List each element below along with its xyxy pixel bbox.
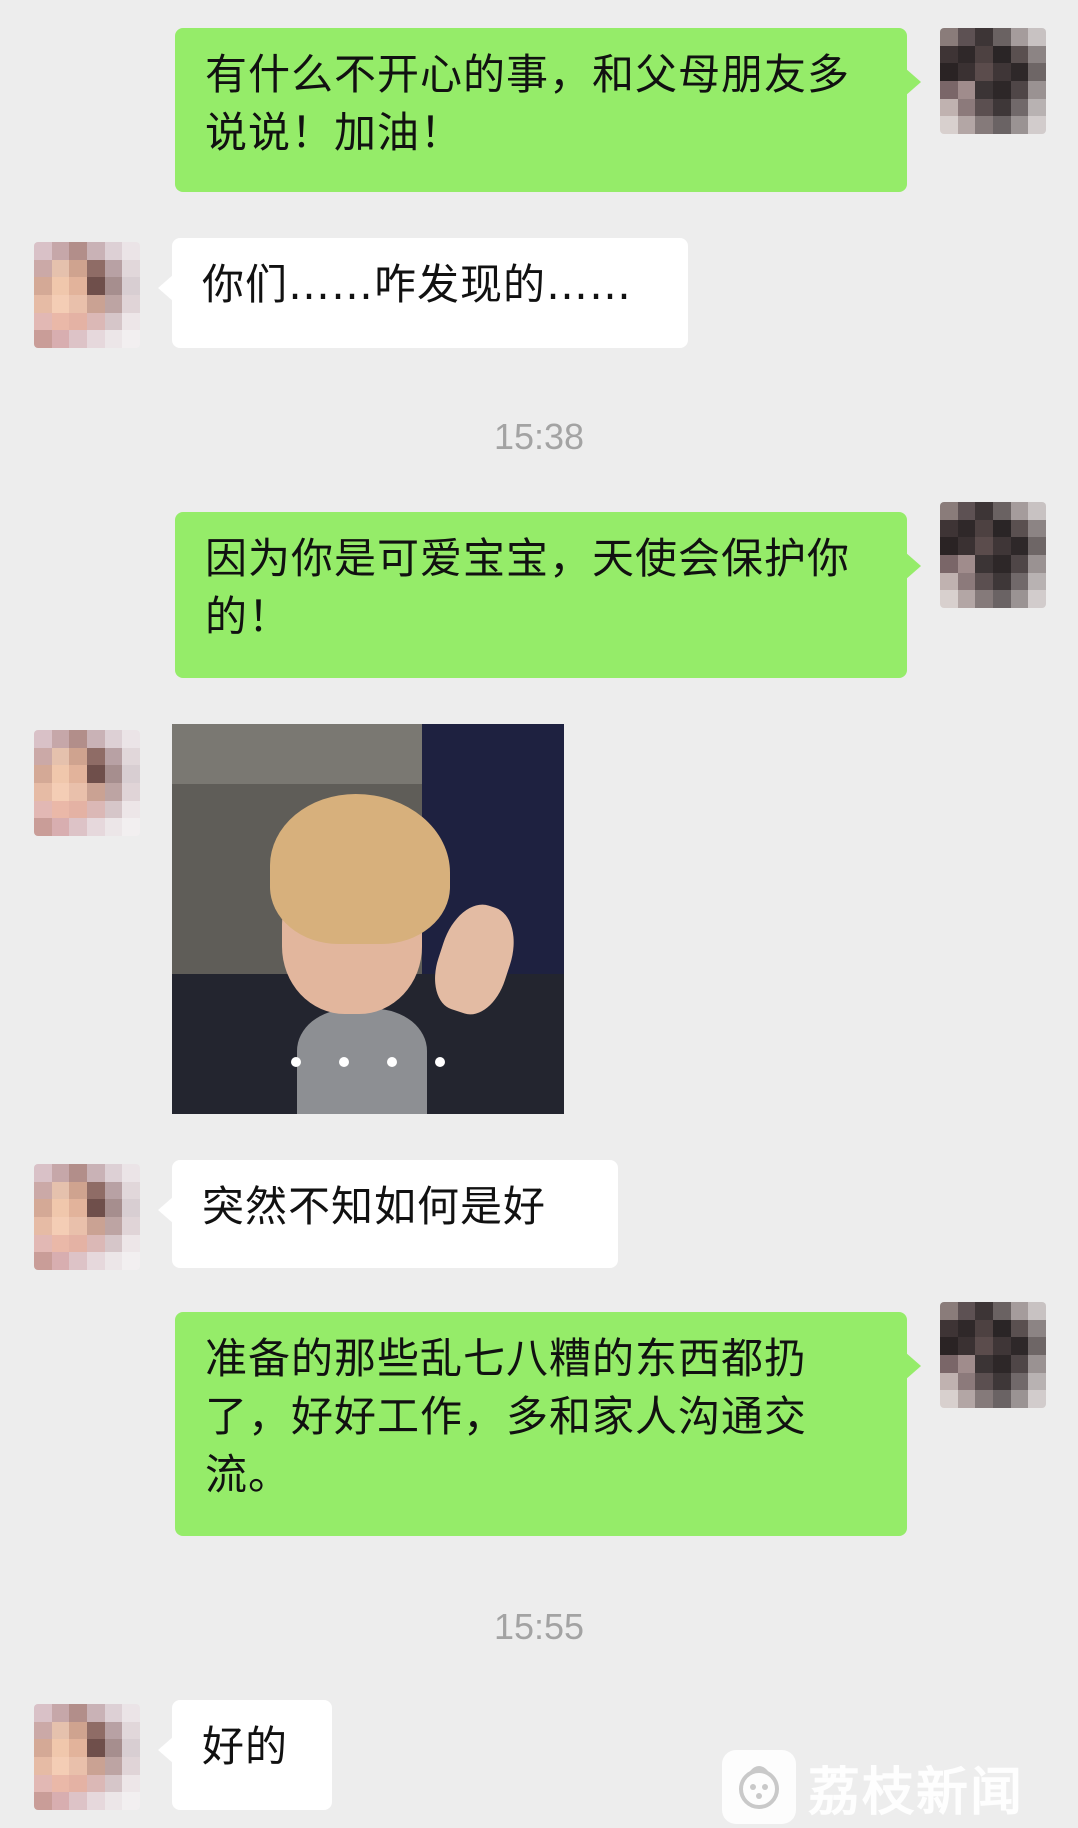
my-avatar[interactable] [940, 28, 1046, 134]
message-text: 有什么不开心的事，和父母朋友多说说！加油！ [205, 50, 851, 157]
message-text: 好的 [202, 1722, 289, 1771]
message-text: 因为你是可爱宝宝，天使会保护你的！ [205, 534, 851, 641]
message-bubble-incoming[interactable]: 你们……咋发现的…… [158, 238, 688, 348]
sticker-image[interactable] [172, 724, 564, 1114]
message-bubble-incoming[interactable]: 突然不知如何是好 [158, 1160, 618, 1268]
chat-area[interactable]: 有什么不开心的事，和父母朋友多说说！加油！ 你们……咋发现的…… 15:38 因… [0, 0, 1078, 1828]
my-avatar[interactable] [940, 1302, 1046, 1408]
contact-avatar[interactable] [34, 1164, 140, 1270]
message-timestamp: 15:55 [493, 1606, 585, 1647]
message-text: 准备的那些乱七八糟的东西都扔了，好好工作，多和家人沟通交流。 [205, 1334, 808, 1499]
watermark: 荔枝新闻 [722, 1746, 1078, 1828]
message-bubble-outgoing[interactable]: 有什么不开心的事，和父母朋友多说说！加油！ [175, 28, 921, 192]
message-text: 你们……咋发现的…… [202, 260, 633, 309]
my-avatar[interactable] [940, 502, 1046, 608]
message-bubble-incoming[interactable]: 好的 [158, 1700, 332, 1810]
message-bubble-outgoing[interactable]: 准备的那些乱七八糟的东西都扔了，好好工作，多和家人沟通交流。 [175, 1312, 921, 1536]
sticker-background-top [172, 724, 422, 784]
contact-avatar[interactable] [34, 242, 140, 348]
message-bubble-outgoing[interactable]: 因为你是可爱宝宝，天使会保护你的！ [175, 512, 921, 678]
litchi-news-logo-icon [722, 1750, 796, 1824]
message-text: 突然不知如何是好 [202, 1182, 547, 1231]
contact-avatar[interactable] [34, 730, 140, 836]
message-timestamp: 15:38 [493, 416, 585, 457]
contact-avatar[interactable] [34, 1704, 140, 1810]
gif-loading-dots-icon [172, 1052, 564, 1071]
watermark-text: 荔枝新闻 [808, 1761, 1025, 1823]
